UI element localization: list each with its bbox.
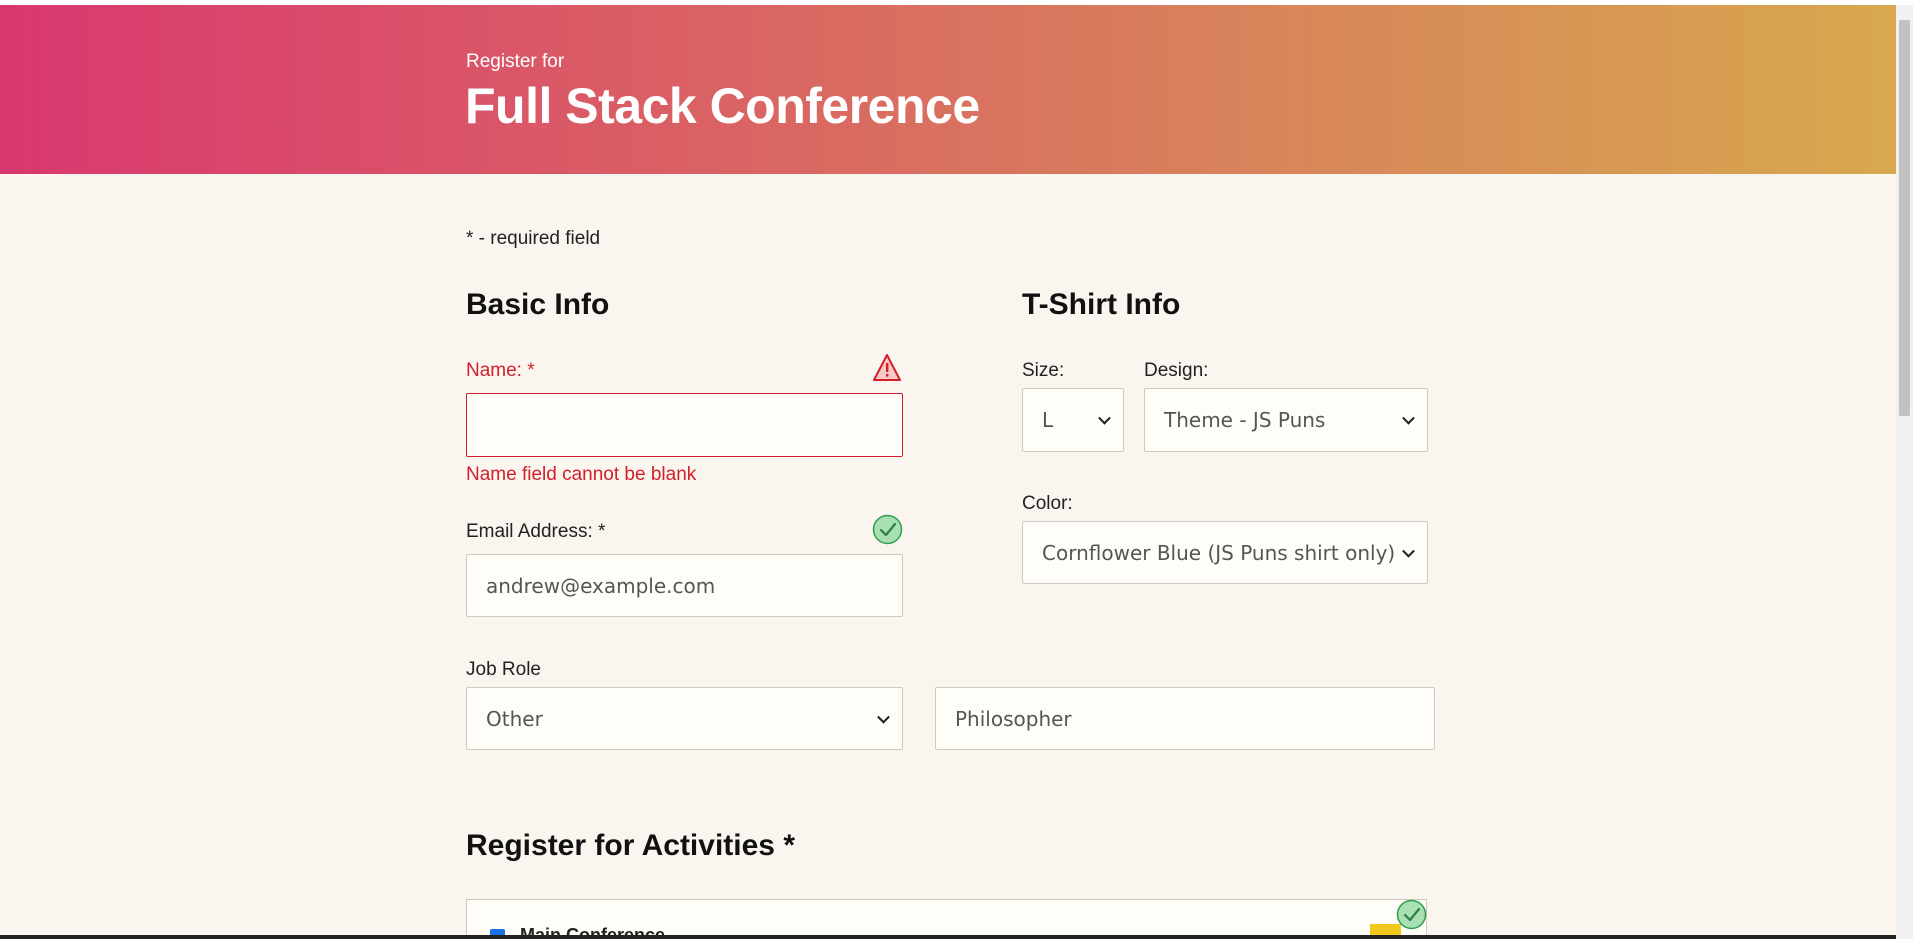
job-role-select[interactable]: Other bbox=[466, 687, 903, 750]
activities-heading: Register for Activities * bbox=[466, 829, 795, 862]
job-role-selected: Other bbox=[486, 706, 543, 731]
basic-info-heading: Basic Info bbox=[466, 288, 610, 321]
design-select[interactable]: Theme - JS Puns bbox=[1144, 388, 1428, 452]
email-field[interactable]: andrew@example.com bbox=[466, 554, 903, 617]
header-pre-title: Register for bbox=[466, 51, 565, 72]
scrollbar-thumb[interactable] bbox=[1899, 20, 1910, 416]
name-input[interactable] bbox=[466, 393, 903, 457]
color-selected: Cornflower Blue (JS Puns shirt only) bbox=[1042, 540, 1396, 565]
chevron-down-icon bbox=[1402, 544, 1415, 558]
size-select[interactable]: L bbox=[1022, 388, 1124, 452]
design-label: Design: bbox=[1144, 360, 1209, 381]
page-title: Full Stack Conference bbox=[465, 78, 980, 134]
job-role-label: Job Role bbox=[466, 659, 541, 680]
design-selected: Theme - JS Puns bbox=[1164, 408, 1326, 432]
bottom-edge bbox=[0, 935, 1896, 939]
chevron-down-icon bbox=[1402, 411, 1415, 425]
email-value: andrew@example.com bbox=[486, 573, 716, 598]
name-label: Name: * bbox=[466, 360, 535, 381]
other-job-role-value: Philosopher bbox=[955, 706, 1072, 731]
color-label: Color: bbox=[1022, 493, 1073, 514]
tshirt-info-heading: T-Shirt Info bbox=[1022, 288, 1181, 321]
chevron-down-icon bbox=[1098, 411, 1111, 425]
check-icon bbox=[1396, 899, 1427, 930]
page-header: Register for Full Stack Conference bbox=[0, 5, 1896, 174]
check-icon bbox=[872, 514, 903, 545]
color-select[interactable]: Cornflower Blue (JS Puns shirt only) bbox=[1022, 521, 1428, 584]
size-selected: L bbox=[1042, 408, 1054, 432]
name-error-message: Name field cannot be blank bbox=[466, 464, 697, 485]
warning-icon bbox=[873, 354, 901, 381]
required-field-note: * - required field bbox=[466, 228, 601, 249]
email-label: Email Address: * bbox=[466, 521, 606, 542]
chevron-down-icon bbox=[877, 710, 890, 724]
other-job-role-input[interactable]: Philosopher bbox=[935, 687, 1435, 750]
size-label: Size: bbox=[1022, 360, 1065, 381]
